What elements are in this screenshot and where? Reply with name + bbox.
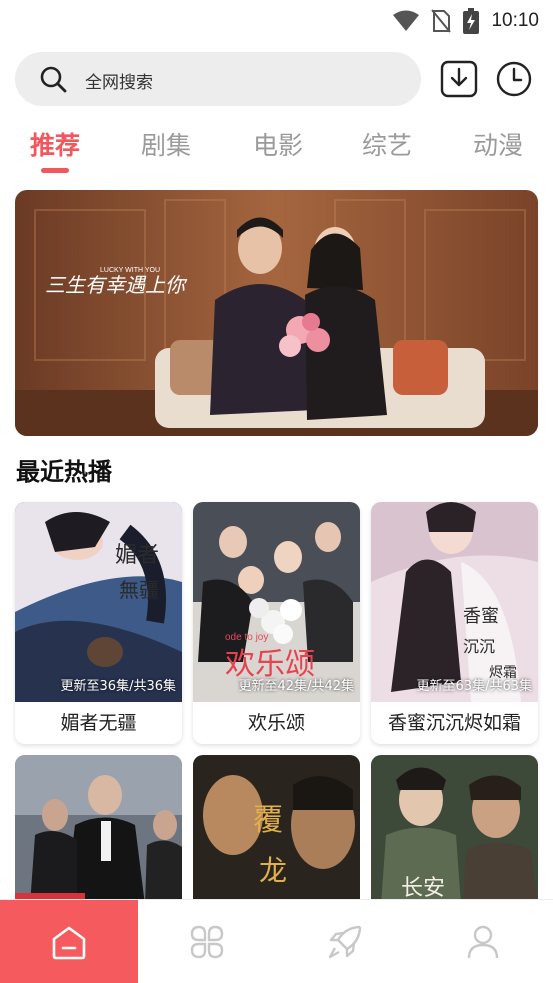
svg-text:龙: 龙 bbox=[259, 854, 287, 887]
tab-anime[interactable]: 动漫 bbox=[458, 126, 538, 162]
tab-recommend[interactable]: 推荐 bbox=[15, 126, 95, 162]
user-icon bbox=[467, 925, 499, 959]
drama-card[interactable]: 香蜜 沉沉 烬霜 更新至63集/共63集 香蜜沉沉烬如霜 bbox=[371, 502, 538, 744]
drama-poster: 媚者 無疆 更新至36集/共36集 bbox=[15, 502, 182, 702]
svg-text:媚者: 媚者 bbox=[115, 543, 159, 568]
svg-text:無疆: 無疆 bbox=[119, 578, 159, 602]
drama-card[interactable] bbox=[15, 755, 182, 905]
nav-category[interactable] bbox=[138, 900, 276, 983]
episode-badge: 更新至63集/共63集 bbox=[416, 679, 532, 694]
drama-card[interactable]: ode to joy 欢乐颂 更新至42集/共42集 欢乐颂 bbox=[193, 502, 360, 744]
episode-badge: 更新至42集/共42集 bbox=[238, 679, 354, 694]
status-bar: 10:10 bbox=[0, 0, 553, 40]
nav-home[interactable] bbox=[0, 900, 138, 983]
home-icon bbox=[52, 926, 86, 960]
search-row: 全网搜索 bbox=[15, 52, 540, 106]
hero-banner[interactable]: 三生有幸遇上你 LUCKY WITH YOU bbox=[15, 190, 538, 436]
banner-image: 三生有幸遇上你 LUCKY WITH YOU bbox=[15, 190, 538, 436]
no-sim-icon bbox=[431, 9, 452, 33]
battery-charging-icon bbox=[463, 8, 480, 34]
drama-poster: 覆 龙 bbox=[193, 755, 360, 905]
tab-series[interactable]: 剧集 bbox=[126, 126, 206, 162]
svg-text:沉沉: 沉沉 bbox=[463, 637, 495, 656]
wifi-icon bbox=[393, 10, 420, 31]
category-tabs: 推荐 剧集 电影 综艺 动漫 bbox=[0, 126, 553, 176]
nav-profile[interactable] bbox=[414, 900, 552, 983]
search-icon bbox=[40, 66, 67, 93]
banner-subcaption: LUCKY WITH YOU bbox=[100, 267, 160, 274]
rocket-icon bbox=[328, 925, 362, 959]
drama-poster: 香蜜 沉沉 烬霜 更新至63集/共63集 bbox=[371, 502, 538, 702]
drama-poster: ode to joy 欢乐颂 更新至42集/共42集 bbox=[193, 502, 360, 702]
poster-subtext: ode to joy bbox=[225, 632, 268, 643]
section-title: 最近热播 bbox=[16, 458, 112, 486]
svg-text:香蜜: 香蜜 bbox=[463, 606, 499, 627]
svg-text:覆: 覆 bbox=[253, 803, 283, 838]
svg-text:长安: 长安 bbox=[401, 876, 445, 901]
drama-card[interactable]: 媚者 無疆 更新至36集/共36集 媚者无疆 bbox=[15, 502, 182, 744]
bottom-nav bbox=[0, 899, 553, 983]
drama-poster: 长安 bbox=[371, 755, 538, 905]
tab-variety[interactable]: 综艺 bbox=[347, 126, 427, 162]
download-icon[interactable] bbox=[440, 60, 478, 98]
drama-title: 欢乐颂 bbox=[247, 712, 305, 734]
drama-card[interactable]: 覆 龙 bbox=[193, 755, 360, 905]
nav-discover[interactable] bbox=[276, 900, 414, 983]
banner-caption: 三生有幸遇上你 bbox=[45, 273, 188, 297]
drama-poster bbox=[15, 755, 182, 905]
tab-movies[interactable]: 电影 bbox=[238, 126, 318, 162]
drama-title: 媚者无疆 bbox=[60, 712, 137, 734]
search-input[interactable]: 全网搜索 bbox=[15, 52, 421, 106]
drama-title: 香蜜沉沉烬如霜 bbox=[387, 712, 521, 734]
tab-indicator bbox=[41, 168, 69, 173]
clock-icon[interactable] bbox=[495, 60, 533, 98]
drama-card[interactable]: 长安 bbox=[371, 755, 538, 905]
episode-badge: 更新至36集/共36集 bbox=[60, 679, 176, 694]
category-icon bbox=[190, 925, 224, 959]
search-placeholder: 全网搜索 bbox=[85, 73, 153, 93]
status-time: 10:10 bbox=[491, 10, 539, 31]
